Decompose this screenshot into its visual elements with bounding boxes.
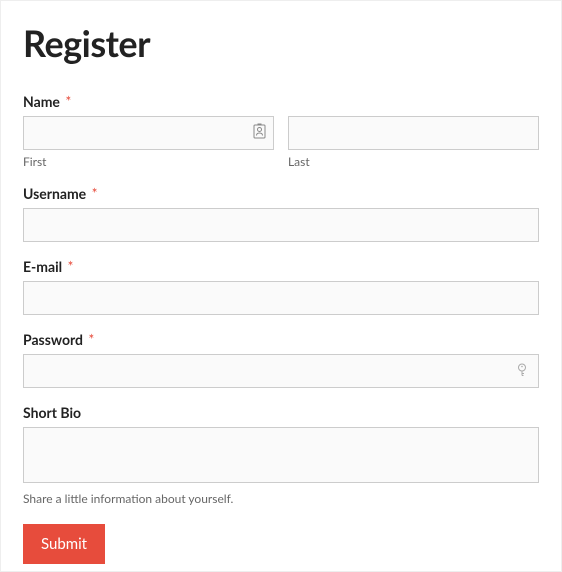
password-input[interactable]: [23, 354, 539, 388]
first-name-input[interactable]: [23, 116, 274, 150]
password-input-wrap: [23, 354, 539, 388]
email-input[interactable]: [23, 281, 539, 315]
first-name-sublabel: First: [23, 154, 274, 169]
name-row: First Last: [23, 116, 539, 169]
bio-textarea[interactable]: [23, 427, 539, 483]
name-label: Name *: [23, 93, 539, 110]
password-field-group: Password *: [23, 331, 539, 388]
username-input[interactable]: [23, 208, 539, 242]
register-form-container: Register Name * F: [0, 0, 562, 572]
bio-label-text: Short Bio: [23, 404, 81, 421]
username-required-indicator: *: [92, 185, 98, 202]
email-field-group: E-mail *: [23, 258, 539, 315]
username-field-group: Username *: [23, 185, 539, 242]
first-name-col: First: [23, 116, 274, 169]
password-label: Password *: [23, 331, 539, 348]
bio-hint: Share a little information about yoursel…: [23, 491, 539, 506]
email-label-text: E-mail: [23, 258, 62, 275]
last-name-input[interactable]: [288, 116, 539, 150]
password-required-indicator: *: [88, 331, 94, 348]
password-label-text: Password: [23, 331, 83, 348]
last-name-sublabel: Last: [288, 154, 539, 169]
page-title: Register: [23, 21, 539, 65]
email-label: E-mail *: [23, 258, 539, 275]
name-field-group: Name * First: [23, 93, 539, 169]
username-label-text: Username: [23, 185, 86, 202]
first-name-input-wrap: [23, 116, 274, 150]
submit-button[interactable]: Submit: [23, 524, 105, 564]
name-label-text: Name: [23, 93, 60, 110]
bio-label: Short Bio: [23, 404, 539, 421]
bio-field-group: Short Bio Share a little information abo…: [23, 404, 539, 506]
last-name-col: Last: [288, 116, 539, 169]
name-required-indicator: *: [65, 93, 71, 110]
username-label: Username *: [23, 185, 539, 202]
email-required-indicator: *: [68, 258, 74, 275]
